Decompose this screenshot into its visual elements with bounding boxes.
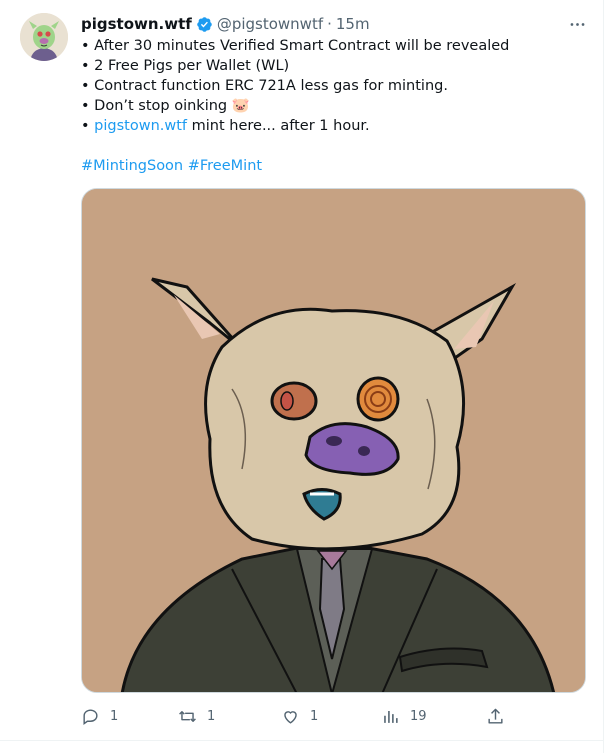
views-count: 19	[410, 708, 427, 724]
hashtags: #MintingSoon #FreeMint	[81, 156, 586, 176]
handle[interactable]: @pigstownwtf	[217, 15, 323, 33]
tweet-line: • After 30 minutes Verified Smart Contra…	[81, 38, 510, 54]
share-button[interactable]	[486, 702, 505, 730]
reply-button[interactable]: 1	[81, 702, 118, 730]
mint-link[interactable]: pigstown.wtf	[94, 118, 187, 134]
tweet-line-rest: mint here... after 1 hour.	[187, 118, 370, 134]
avatar[interactable]	[20, 13, 68, 61]
tweet-header: pigstown.wtf @pigstownwtf · 15m	[81, 14, 370, 34]
tweet-line: • Don’t stop oinking 🐷	[81, 98, 250, 114]
display-name[interactable]: pigstown.wtf	[81, 15, 192, 33]
reply-count: 1	[110, 708, 119, 724]
share-icon	[488, 708, 503, 724]
tweet-line: • 2 Free Pigs per Wallet (WL)	[81, 58, 290, 74]
hashtag-link[interactable]: #FreeMint	[188, 158, 262, 174]
like-icon	[284, 710, 297, 724]
more-icon[interactable]	[565, 12, 589, 36]
verified-badge-icon	[196, 16, 213, 33]
retweet-icon	[179, 710, 196, 722]
retweet-button[interactable]: 1	[178, 702, 215, 730]
tweet-card[interactable]: pigstown.wtf @pigstownwtf · 15m • After …	[0, 0, 604, 753]
tweet-line: • Contract function ERC 721A less gas fo…	[81, 78, 448, 94]
like-count: 1	[310, 708, 319, 724]
hashtag-link[interactable]: #MintingSoon	[81, 158, 183, 174]
like-button[interactable]: 1	[281, 702, 318, 730]
views-button[interactable]: 19	[381, 702, 427, 730]
timestamp[interactable]: 15m	[336, 15, 370, 33]
bullet: •	[81, 118, 95, 134]
views-icon	[384, 710, 398, 723]
tweet-image[interactable]	[81, 188, 586, 693]
tweet-text: • After 30 minutes Verified Smart Contra…	[81, 36, 586, 176]
reply-icon	[83, 708, 98, 725]
separator: ·	[327, 15, 332, 33]
retweet-count: 1	[207, 708, 216, 724]
tweet-actions: 1 1 1 19	[81, 702, 511, 730]
divider	[0, 740, 604, 741]
tweet-line: • pigstown.wtf mint here... after 1 hour…	[81, 116, 586, 136]
